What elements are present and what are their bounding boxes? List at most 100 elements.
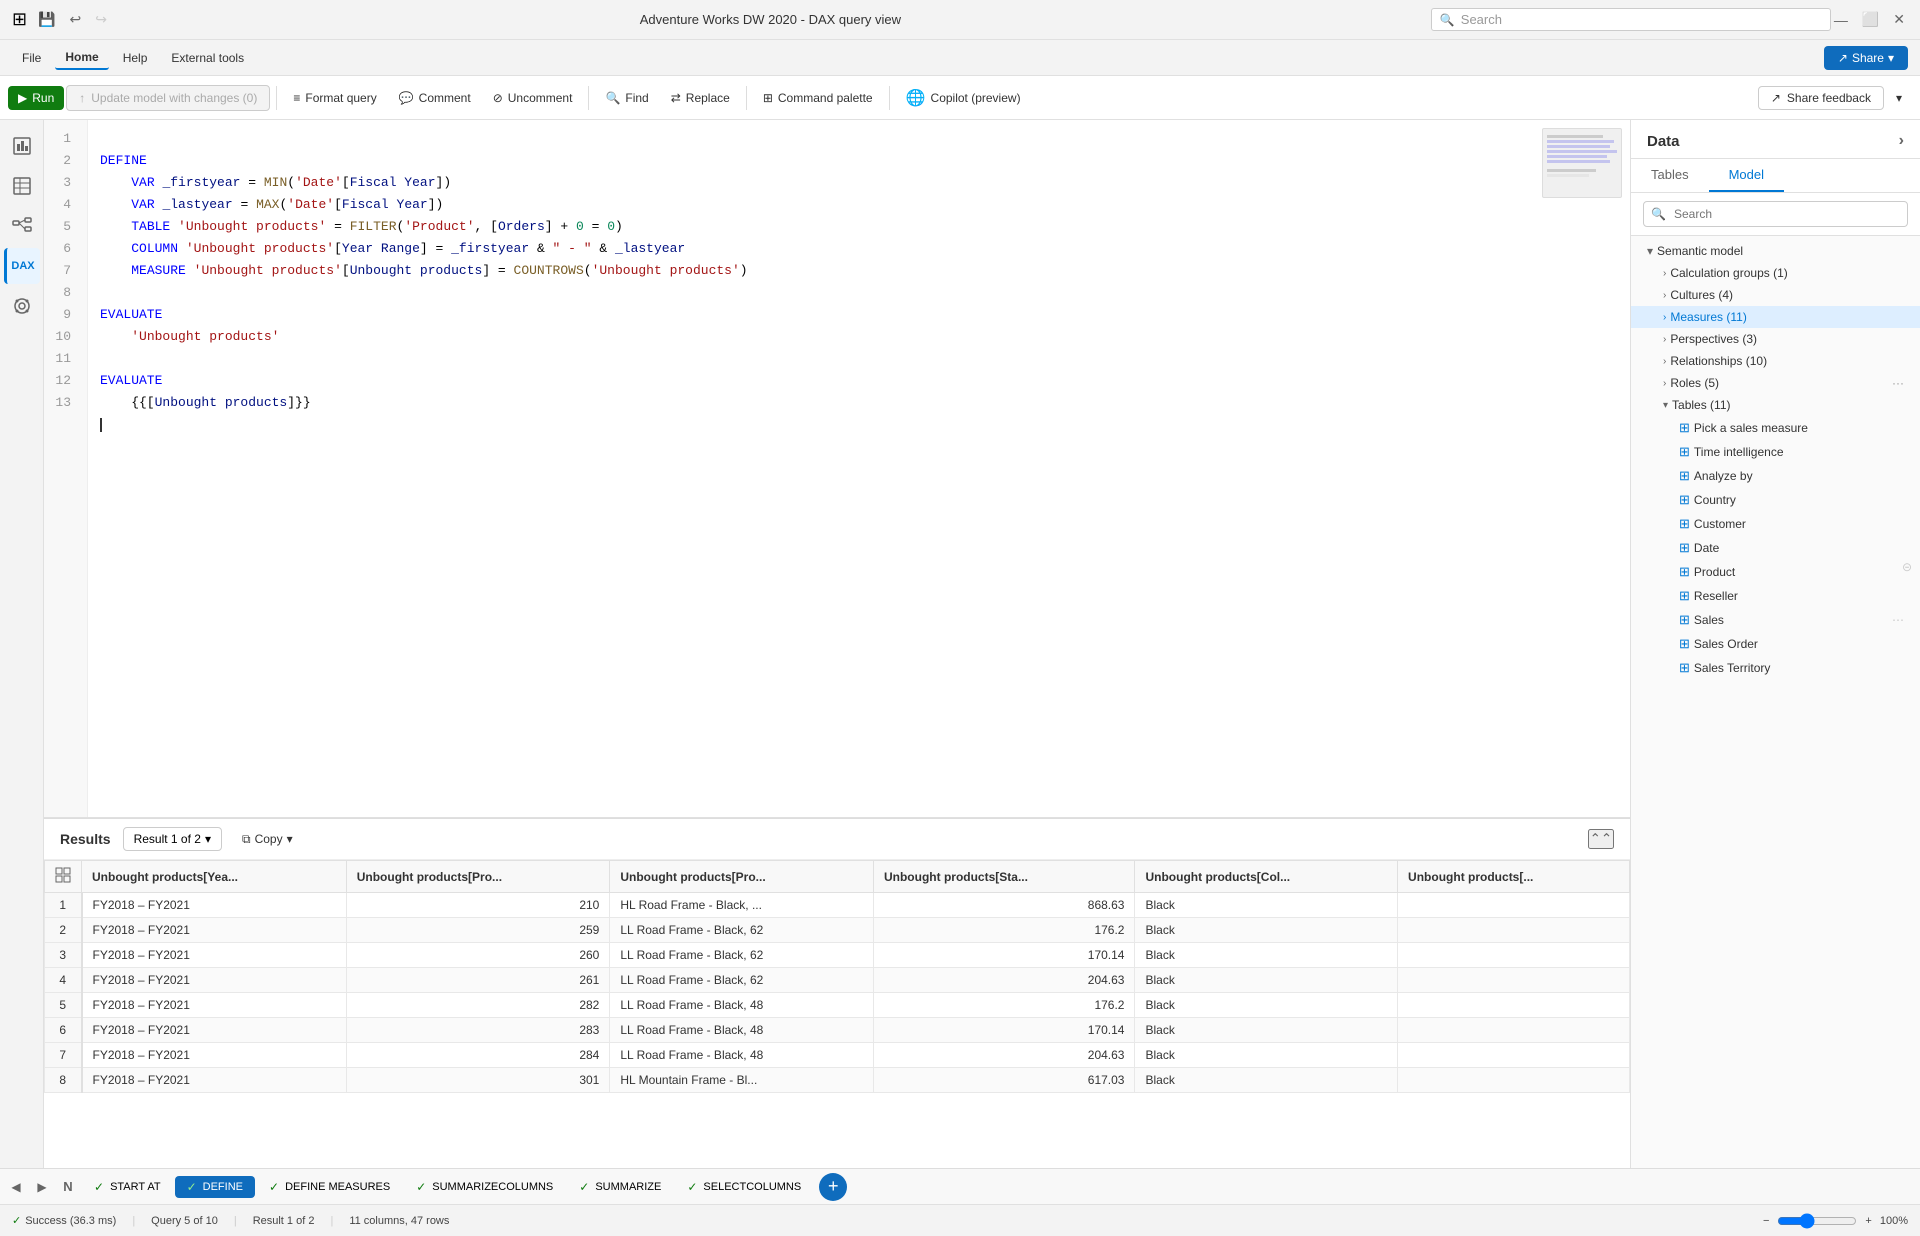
query-tab-summarize[interactable]: ✓SUMMARIZE xyxy=(567,1176,673,1198)
close-btn[interactable]: ✕ xyxy=(1890,8,1908,31)
tab-tables[interactable]: Tables xyxy=(1631,159,1709,192)
success-check-icon: ✓ xyxy=(12,1214,21,1227)
update-model-button[interactable]: ↑ Update model with changes (0) xyxy=(66,85,270,111)
share-button[interactable]: ↗ Share ▾ xyxy=(1824,46,1908,70)
query-tab-summarizecolumns[interactable]: ✓SUMMARIZECOLUMNS xyxy=(404,1176,565,1198)
tree-table-pick-sales[interactable]: ⊞ Pick a sales measure xyxy=(1631,416,1920,440)
undo-icon[interactable]: ↩ xyxy=(67,8,85,31)
comment-button[interactable]: 💬 Comment xyxy=(389,86,481,110)
cell-product-id: 261 xyxy=(346,968,610,993)
tab-next-btn[interactable]: ▶ xyxy=(30,1175,54,1199)
query-tab-define[interactable]: ✓DEFINE xyxy=(175,1176,255,1198)
menu-external-tools[interactable]: External tools xyxy=(161,47,254,69)
title-search-bar[interactable]: 🔍 Search xyxy=(1431,8,1831,31)
copy-icon: ⧉ xyxy=(242,832,251,847)
zoom-increase-btn[interactable]: + xyxy=(1865,1215,1871,1227)
tree-relationships[interactable]: › Relationships (10) xyxy=(1631,350,1920,372)
minimize-btn[interactable]: — xyxy=(1831,9,1851,31)
query-tab-define-measures[interactable]: ✓DEFINE MEASURES xyxy=(257,1176,402,1198)
tree-semantic-model[interactable]: ▾ Semantic model xyxy=(1631,240,1920,262)
copilot-button[interactable]: 🌐 Copilot (preview) xyxy=(896,83,1031,113)
tree-measures[interactable]: › Measures (11) xyxy=(1631,306,1920,328)
copy-button[interactable]: ⧉ Copy ▾ xyxy=(234,828,301,851)
tree-cultures[interactable]: › Cultures (4) xyxy=(1631,284,1920,306)
table-label-8: Reseller xyxy=(1694,589,1738,603)
sidebar-model-icon[interactable] xyxy=(4,208,40,244)
tree-table-customer[interactable]: ⊞ Customer xyxy=(1631,512,1920,536)
calc-groups-chevron: › xyxy=(1663,268,1666,279)
sales-more-icon[interactable]: ⋯ xyxy=(1892,613,1904,627)
sidebar-plugin-icon[interactable] xyxy=(4,288,40,324)
tab-check-icon: ✓ xyxy=(416,1180,426,1194)
results-table-wrap[interactable]: Unbought products[Yea... Unbought produc… xyxy=(44,860,1630,1168)
tree-table-reseller[interactable]: ⊞ Reseller xyxy=(1631,584,1920,608)
cultures-label: Cultures (4) xyxy=(1670,288,1733,302)
data-panel-expand-icon[interactable]: › xyxy=(1899,132,1904,150)
roles-label: Roles (5) xyxy=(1670,376,1719,390)
add-tab-button[interactable]: + xyxy=(819,1173,847,1201)
cell-product-id: 210 xyxy=(346,893,610,918)
zoom-decrease-btn[interactable]: − xyxy=(1763,1215,1769,1227)
tab-check-icon: ✓ xyxy=(269,1180,279,1194)
tab-model[interactable]: Model xyxy=(1709,159,1784,192)
replace-button[interactable]: ⇄ Replace xyxy=(661,86,740,110)
tree-table-country[interactable]: ⊞ Country xyxy=(1631,488,1920,512)
results-panel: Results Result 1 of 2 ▾ ⧉ Copy ▾ ⌃⌃ xyxy=(44,818,1630,1168)
menu-file[interactable]: File xyxy=(12,47,51,69)
menu-home[interactable]: Home xyxy=(55,46,108,70)
tab-n-btn[interactable]: N xyxy=(56,1175,80,1199)
tree-table-sales-order[interactable]: ⊞ Sales Order xyxy=(1631,632,1920,656)
tree-calculation-groups[interactable]: › Calculation groups (1) xyxy=(1631,262,1920,284)
copilot-label: Copilot (preview) xyxy=(931,91,1021,105)
sidebar-table-icon[interactable] xyxy=(4,168,40,204)
query-tab-selectcolumns[interactable]: ✓SELECTCOLUMNS xyxy=(675,1176,813,1198)
tree-table-time-intelligence[interactable]: ⊞ Time intelligence xyxy=(1631,440,1920,464)
format-query-button[interactable]: ≡ Format query xyxy=(283,86,386,110)
tree-table-product[interactable]: ⊞ Product xyxy=(1631,560,1920,584)
zoom-slider[interactable] xyxy=(1777,1213,1857,1229)
table-icon-4: ⊞ xyxy=(1679,492,1690,508)
toolbar-expand-btn[interactable]: ▾ xyxy=(1886,86,1912,110)
comment-icon: 💬 xyxy=(399,91,414,105)
menu-help[interactable]: Help xyxy=(113,47,158,69)
panel-search-input[interactable] xyxy=(1643,201,1908,227)
tree-content: ▾ Semantic model › Calculation groups (1… xyxy=(1631,236,1920,1168)
roles-more-icon[interactable]: ··· xyxy=(1892,376,1904,390)
share-feedback-button[interactable]: ↗ Share feedback xyxy=(1758,86,1884,110)
tree-table-sales[interactable]: ⊞ Sales ⋯ xyxy=(1631,608,1920,632)
disable-hover-icon[interactable]: ⊝ xyxy=(1902,560,1912,574)
right-panel: Data › Tables Model 🔍 ▾ Semantic model ›… xyxy=(1630,120,1920,1168)
tree-roles[interactable]: › Roles (5) ··· xyxy=(1631,372,1920,394)
result-selector[interactable]: Result 1 of 2 ▾ xyxy=(123,827,222,851)
cell-product-name: LL Road Frame - Black, 48 xyxy=(610,1043,874,1068)
cell-product-name: LL Road Frame - Black, 62 xyxy=(610,943,874,968)
save-icon[interactable]: 💾 xyxy=(35,8,58,31)
update-model-label: Update model with changes (0) xyxy=(91,91,257,105)
code-content[interactable]: DEFINE VAR _firstyear = MIN('Date'[Fisca… xyxy=(88,120,1630,817)
tab-label: SUMMARIZE xyxy=(595,1181,661,1193)
tree-table-sales-territory[interactable]: ⊞ Sales Territory xyxy=(1631,656,1920,680)
search-label: Search xyxy=(1461,12,1502,27)
run-button[interactable]: ▶ Run xyxy=(8,86,64,110)
command-palette-button[interactable]: ⊞ Command palette xyxy=(753,86,883,110)
table-label-9: Sales xyxy=(1694,613,1724,627)
query-tab-start-at[interactable]: ✓START AT xyxy=(82,1176,173,1198)
code-editor[interactable]: 1 2 3 4 5 6 7 8 9 10 11 12 13 DEFINE VAR… xyxy=(44,120,1630,818)
title-bar: ⊞ 💾 ↩ ↪ Adventure Works DW 2020 - DAX qu… xyxy=(0,0,1920,40)
collapse-results-button[interactable]: ⌃⌃ xyxy=(1588,829,1614,849)
find-button[interactable]: 🔍 Find xyxy=(595,86,658,110)
sidebar-report-icon[interactable] xyxy=(4,128,40,164)
run-label: Run xyxy=(32,91,54,105)
tree-table-analyze-by[interactable]: ⊞ Analyze by xyxy=(1631,464,1920,488)
cell-color: Black xyxy=(1135,1043,1398,1068)
sidebar-dax-icon[interactable]: DAX xyxy=(4,248,40,284)
format-query-icon: ≡ xyxy=(293,91,300,105)
tab-prev-btn[interactable]: ◀ xyxy=(4,1175,28,1199)
tree-table-date[interactable]: ⊞ Date xyxy=(1631,536,1920,560)
uncomment-button[interactable]: ⊘ Uncomment xyxy=(483,86,583,110)
cell-color: Black xyxy=(1135,1018,1398,1043)
tree-tables[interactable]: ▾ Tables (11) xyxy=(1631,394,1920,416)
tree-perspectives[interactable]: › Perspectives (3) xyxy=(1631,328,1920,350)
redo-icon[interactable]: ↪ xyxy=(92,8,110,31)
maximize-btn[interactable]: ⬜ xyxy=(1859,8,1882,31)
